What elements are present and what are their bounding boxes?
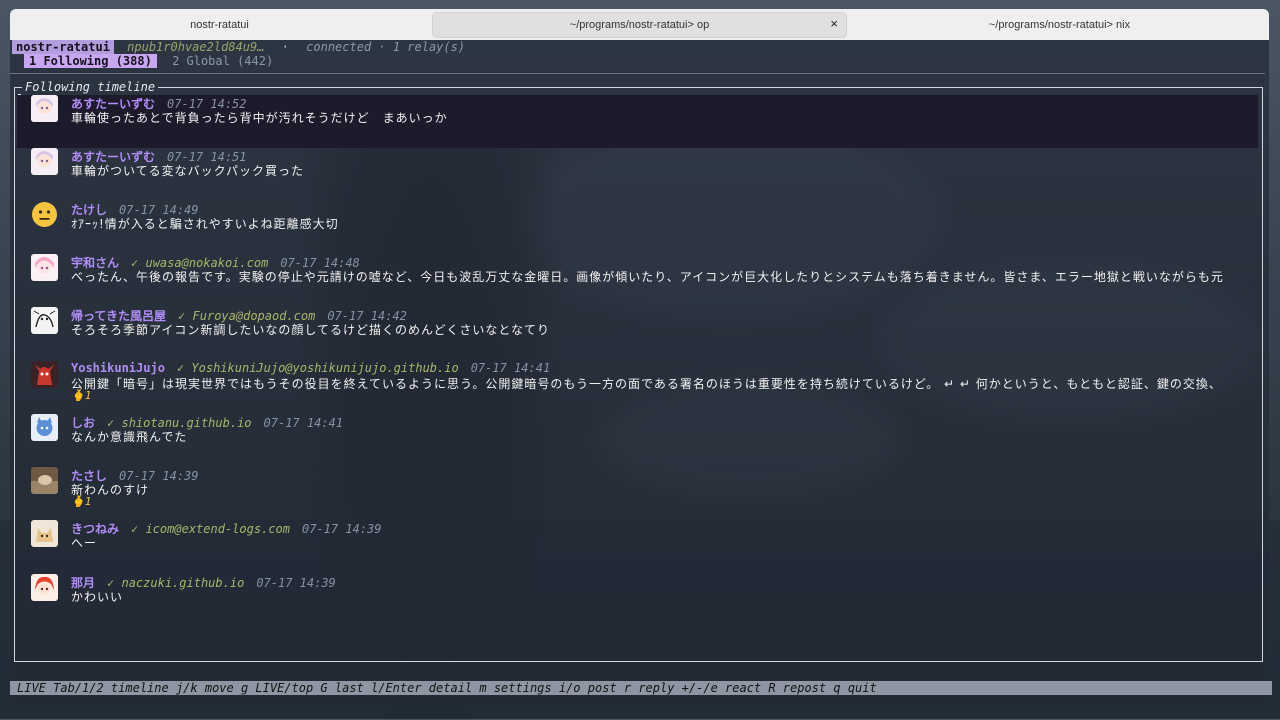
app-header: nostr-ratatui npub1r0hvae2ld84u9… · conn… <box>12 40 466 54</box>
list-item[interactable]: あすたーいずむ 07-17 14:51 車輪がついてる変なバックパック買った <box>17 148 1258 201</box>
post-author[interactable]: YoshikuniJujo <box>71 361 165 375</box>
app-name-badge: nostr-ratatui <box>12 40 114 54</box>
timeline-tabs: 1 Following (388) 2 Global (442) <box>24 54 273 68</box>
keybinding-status-bar: LIVE Tab/1/2 timeline j/k move g LIVE/to… <box>10 681 1272 695</box>
anime-avatar-icon <box>31 254 58 281</box>
list-item[interactable]: あすたーいずむ 07-17 14:52 車輪使ったあとで背負ったら背中が汚れそうだ… <box>17 95 1258 148</box>
terminal-tab-bar: nostr-ratatui ~/programs/nostr-ratatui> … <box>10 9 1269 40</box>
tab-nix[interactable]: ~/programs/nostr-ratatui> nix <box>853 13 1266 37</box>
tab-label: nostr-ratatui <box>190 18 249 31</box>
terminal-window: nostr-ratatui npub1r0hvae2ld84u9… · conn… <box>10 40 1272 708</box>
tab-following[interactable]: 1 Following (388) <box>24 54 157 68</box>
post-body: かわいい <box>71 590 124 604</box>
tab-global[interactable]: 2 Global (442) <box>172 54 273 68</box>
post-body: そろそろ季節アイコン新調したいなの顔してるけど描くのめんどくさいなとなてり <box>71 323 550 337</box>
post-time: 07-17 14:41 <box>470 361 551 375</box>
npub-label: npub1r0hvae2ld84u9… <box>127 40 265 54</box>
post-body: 車輪使ったあとで背負ったら背中が汚れそうだけど まあいっか <box>71 111 448 125</box>
anime-avatar-icon <box>31 148 58 175</box>
list-item[interactable]: たけし 07-17 14:49 ｵｱｰｯ!情が入ると騙されやすいよね距離感大切 <box>17 201 1258 254</box>
anime-avatar-icon <box>31 95 58 122</box>
header-divider <box>10 73 1265 74</box>
post-body: ｵｱｰｯ!情が入ると騙されやすいよね距離感大切 <box>71 217 339 231</box>
connection-status: connected · 1 relay(s) <box>306 40 466 54</box>
post-body: 公開鍵「暗号」は現実世界ではもうその役目を終えているように思う。公開鍵暗号のもう… <box>71 377 1222 391</box>
list-item[interactable]: 那月 ✓ naczuki.github.io 07-17 14:39 かわいい <box>17 574 1258 627</box>
header-separator: · <box>281 40 289 54</box>
sketch-avatar-icon <box>31 307 58 334</box>
red-creature-icon <box>31 361 58 388</box>
post-body: 新わんのすけ <box>71 483 150 497</box>
panel-title: Following timeline <box>22 81 159 94</box>
list-item[interactable]: たさし 07-17 14:39 新わんのすけ 🫰1 <box>17 467 1258 520</box>
post-body: なんか意識飛んでた <box>71 430 188 444</box>
list-item[interactable]: YoshikuniJujo ✓ YoshikuniJujo@yoshikuniju… <box>17 361 1258 414</box>
post-body: へー <box>71 536 98 550</box>
post-body: 車輪がついてる変なバックパック買った <box>71 164 305 178</box>
list-item[interactable]: 宇和さん ✓ uwasa@nokakoi.com 07-17 14:48 べったん、… <box>17 254 1258 307</box>
red-hair-avatar-icon <box>31 574 58 601</box>
photo-avatar-icon <box>31 467 58 494</box>
fox-avatar-icon <box>31 520 58 547</box>
post-body: べったん、午後の報告です。実験の停止や元請けの嘘など、今日も波乱万丈な金曜日。画… <box>71 270 1224 284</box>
tab-nostr-ratatui[interactable]: nostr-ratatui <box>13 13 426 37</box>
close-icon[interactable]: × <box>830 16 838 31</box>
tab-label: ~/programs/nostr-ratatui> nix <box>988 18 1131 31</box>
neutral-face-icon <box>31 201 58 228</box>
reaction-count[interactable]: 🫰1 <box>71 389 91 402</box>
tab-label: ~/programs/nostr-ratatui> op <box>569 18 710 31</box>
list-item[interactable]: 帰ってきた風呂屋 ✓ Furoya@dopaod.com 07-17 14:42 そ… <box>17 307 1258 360</box>
list-item[interactable]: しお ✓ shiotanu.github.io 07-17 14:41 なんか意識飛… <box>17 414 1258 467</box>
list-item[interactable]: きつねみ ✓ icom@extend-logs.com 07-17 14:39 へー <box>17 520 1258 573</box>
nip05-address[interactable]: YoshikuniJujo@yoshikunijujo.github.io <box>191 361 458 375</box>
reaction-count[interactable]: 🫰1 <box>71 495 91 508</box>
nip05-check-icon: ✓ <box>176 361 185 375</box>
blue-avatar-icon <box>31 414 58 441</box>
tab-op[interactable]: ~/programs/nostr-ratatui> op × <box>432 11 847 38</box>
